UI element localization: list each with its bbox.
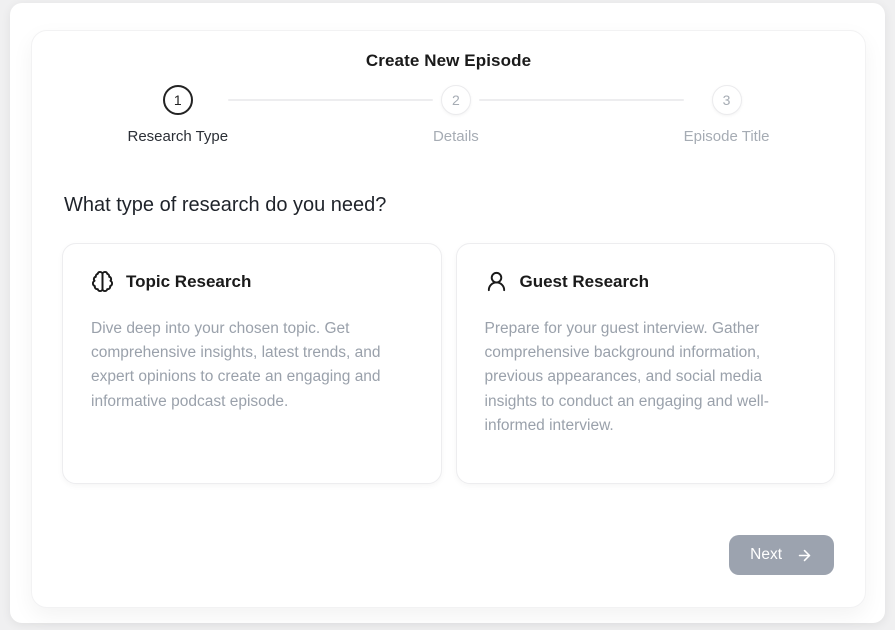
step-details[interactable]: 2 Details: [433, 85, 479, 145]
modal-title: Create New Episode: [62, 51, 835, 71]
guest-research-description: Prepare for your guest interview. Gather…: [485, 317, 807, 438]
topic-research-header: Topic Research: [91, 270, 413, 293]
step-2-number: 2: [452, 92, 460, 108]
guest-research-card[interactable]: Guest Research Prepare for your guest in…: [456, 243, 836, 484]
topic-research-title: Topic Research: [126, 272, 251, 292]
topic-research-description: Dive deep into your chosen topic. Get co…: [91, 317, 413, 414]
guest-research-header: Guest Research: [485, 270, 807, 293]
step-2-label: Details: [433, 128, 479, 145]
research-type-options: Topic Research Dive deep into your chose…: [62, 243, 835, 484]
step-2-circle: 2: [441, 85, 471, 115]
step-1-circle: 1: [163, 85, 193, 115]
guest-research-title: Guest Research: [520, 272, 649, 292]
next-button[interactable]: Next: [729, 535, 834, 575]
step-3-number: 3: [723, 92, 731, 108]
stepper-connector: [228, 99, 433, 101]
stepper-connector: [479, 99, 684, 101]
app-window: Create New Episode 1 Research Type 2 Det…: [10, 3, 885, 623]
user-icon: [485, 270, 508, 293]
step-3-label: Episode Title: [684, 128, 770, 145]
step-episode-title[interactable]: 3 Episode Title: [684, 85, 770, 145]
topic-research-card[interactable]: Topic Research Dive deep into your chose…: [62, 243, 442, 484]
modal-footer: Next: [62, 535, 835, 575]
create-episode-modal: Create New Episode 1 Research Type 2 Det…: [31, 30, 866, 608]
brain-icon: [91, 270, 114, 293]
step-1-number: 1: [174, 92, 182, 108]
arrow-right-icon: [796, 547, 813, 564]
step-research-type[interactable]: 1 Research Type: [128, 85, 229, 145]
research-type-question: What type of research do you need?: [64, 194, 833, 217]
next-button-label: Next: [750, 546, 782, 564]
step-1-label: Research Type: [128, 128, 229, 145]
step-3-circle: 3: [712, 85, 742, 115]
stepper: 1 Research Type 2 Details 3 Episode Titl…: [128, 85, 770, 145]
